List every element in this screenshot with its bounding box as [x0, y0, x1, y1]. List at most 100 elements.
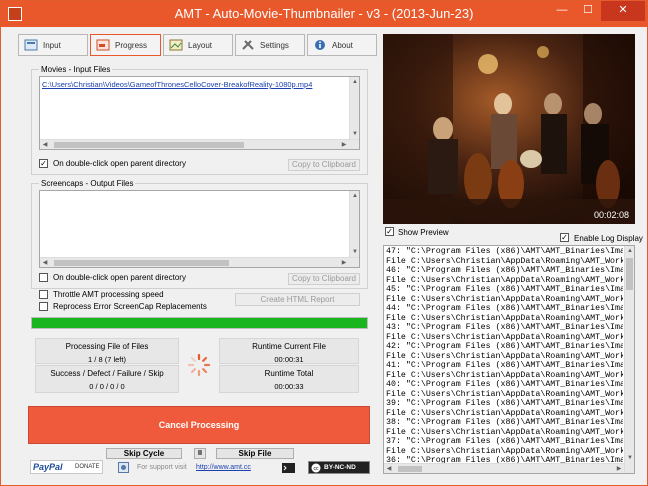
log-lines: 47: "C:\Program Files (x86)\AMT\AMT_Bina…: [384, 247, 623, 473]
processing-stat-value: 1 / 8 (7 left): [88, 355, 126, 364]
log-line: File C:\Users\Christian\AppData\Roaming\…: [386, 313, 623, 323]
scroll-down-icon[interactable]: ▼: [350, 129, 360, 139]
screencaps-copy-button[interactable]: Copy to Clipboard: [288, 273, 360, 285]
scroll-up-icon[interactable]: ▲: [625, 246, 634, 256]
app-window: AMT - Auto-Movie-Thumbnailer - v3 - (201…: [0, 0, 648, 486]
log-line: File C:\Users\Christian\AppData\Roaming\…: [386, 446, 623, 456]
tab-progress[interactable]: Progress: [90, 34, 161, 56]
screencaps-hscroll[interactable]: ◀ ▶: [40, 257, 359, 267]
log-line: 43: "C:\Program Files (x86)\AMT\AMT_Bina…: [386, 323, 623, 332]
screencaps-file-list[interactable]: ▲ ▼ ◀ ▶: [39, 190, 360, 268]
screencaps-open-dir-checkbox[interactable]: [39, 273, 48, 282]
log-vscroll[interactable]: ▲ ▼: [624, 246, 634, 473]
log-line: File C:\Users\Christian\AppData\Roaming\…: [386, 427, 623, 437]
movies-vscroll[interactable]: ▲ ▼: [349, 77, 359, 139]
log-vscroll-thumb[interactable]: [626, 258, 633, 290]
console-icon[interactable]: [282, 463, 295, 473]
scroll-left-icon[interactable]: ◀: [384, 464, 394, 473]
close-button[interactable]: ✕: [601, 1, 645, 21]
enable-log-label: Enable Log Display: [574, 234, 643, 243]
maximize-button[interactable]: ☐: [575, 1, 601, 21]
movies-copy-button[interactable]: Copy to Clipboard: [288, 159, 360, 171]
success-stat: Success / Defect / Failure / Skip 0 / 0 …: [35, 365, 179, 393]
log-line: File C:\Users\Christian\AppData\Roaming\…: [386, 332, 623, 342]
scroll-right-icon[interactable]: ▶: [339, 258, 349, 268]
support-icon: [118, 462, 129, 473]
scroll-left-icon[interactable]: ◀: [40, 258, 50, 268]
support-link[interactable]: http://www.amt.cc: [196, 464, 251, 471]
tab-settings-label: Settings: [260, 41, 289, 50]
tab-layout[interactable]: Layout: [163, 34, 233, 56]
scroll-down-icon[interactable]: ▼: [625, 453, 634, 463]
progress-icon: [96, 39, 110, 51]
log-line: File C:\Users\Christian\AppData\Roaming\…: [386, 294, 623, 304]
minimize-button[interactable]: —: [549, 1, 575, 21]
tab-input[interactable]: Input: [18, 34, 88, 56]
pause-button[interactable]: II: [194, 448, 206, 459]
license-badge[interactable]: cc BY-NC-ND: [308, 461, 370, 474]
progress-fill: [32, 318, 367, 328]
processing-stat: Processing File of Files 1 / 8 (7 left): [35, 338, 179, 364]
movies-hscroll[interactable]: ◀ ▶: [40, 139, 359, 149]
throttle-checkbox[interactable]: [39, 290, 48, 299]
log-line: 47: "C:\Program Files (x86)\AMT\AMT_Bina…: [386, 247, 623, 256]
license-label: BY-NC-ND: [324, 464, 356, 471]
log-line: File C:\Users\Christian\AppData\Roaming\…: [386, 351, 623, 361]
scroll-right-icon[interactable]: ▶: [614, 464, 624, 473]
spinner-icon: [187, 353, 211, 377]
title-bar[interactable]: AMT - Auto-Movie-Thumbnailer - v3 - (201…: [1, 1, 647, 27]
tab-about-label: About: [332, 41, 353, 50]
svg-text:cc: cc: [314, 466, 320, 472]
processing-stat-label: Processing File of Files: [65, 342, 149, 351]
throttle-label: Throttle AMT processing speed: [53, 290, 164, 299]
reprocess-checkbox[interactable]: [39, 302, 48, 311]
log-display[interactable]: 47: "C:\Program Files (x86)\AMT\AMT_Bina…: [383, 245, 635, 474]
movies-open-dir-label: On double-click open parent directory: [53, 159, 186, 168]
log-line: 41: "C:\Program Files (x86)\AMT\AMT_Bina…: [386, 361, 623, 370]
screencaps-group-label: Screencaps - Output Files: [39, 179, 136, 188]
paypal-logo: PayPal: [33, 462, 63, 472]
movie-file-item[interactable]: C:\Users\Christian\Videos\GameofThronesC…: [42, 80, 312, 89]
video-preview: 00:02:08: [383, 34, 635, 224]
log-line: 40: "C:\Program Files (x86)\AMT\AMT_Bina…: [386, 380, 623, 389]
runtime-total-stat: Runtime Total 00:00:33: [219, 365, 359, 393]
tab-about[interactable]: About: [307, 34, 377, 56]
log-line: 37: "C:\Program Files (x86)\AMT\AMT_Bina…: [386, 437, 623, 446]
log-line: 38: "C:\Program Files (x86)\AMT\AMT_Bina…: [386, 418, 623, 427]
log-line: 39: "C:\Program Files (x86)\AMT\AMT_Bina…: [386, 399, 623, 408]
about-icon: [315, 40, 325, 50]
scroll-up-icon[interactable]: ▲: [350, 77, 360, 87]
runtime-current-label: Runtime Current File: [252, 342, 326, 351]
screencaps-hscroll-thumb[interactable]: [54, 260, 229, 266]
movies-hscroll-thumb[interactable]: [54, 142, 244, 148]
runtime-total-value: 00:00:33: [274, 382, 304, 391]
enable-log-checkbox[interactable]: ✓: [560, 233, 569, 242]
show-preview-checkbox[interactable]: ✓: [385, 227, 394, 236]
paypal-donate-button[interactable]: PayPal DONATE: [30, 460, 103, 474]
movies-open-dir-checkbox[interactable]: ✓: [39, 159, 48, 168]
movies-file-list[interactable]: C:\Users\Christian\Videos\GameofThronesC…: [39, 76, 360, 150]
tab-progress-label: Progress: [115, 41, 148, 50]
scroll-left-icon[interactable]: ◀: [40, 140, 50, 150]
screencaps-open-dir-label: On double-click open parent directory: [53, 273, 186, 282]
skip-file-button[interactable]: Skip File: [216, 448, 294, 459]
scroll-right-icon[interactable]: ▶: [339, 140, 349, 150]
log-line: File C:\Users\Christian\AppData\Roaming\…: [386, 256, 623, 266]
input-icon: [24, 39, 38, 51]
tab-settings[interactable]: Settings: [235, 34, 305, 56]
tab-layout-label: Layout: [188, 41, 213, 50]
scroll-down-icon[interactable]: ▼: [350, 247, 360, 257]
log-line: File C:\Users\Christian\AppData\Roaming\…: [386, 408, 623, 418]
log-hscroll[interactable]: ◀ ▶: [384, 463, 624, 473]
scroll-up-icon[interactable]: ▲: [350, 191, 360, 201]
screencaps-vscroll[interactable]: ▲ ▼: [349, 191, 359, 257]
reprocess-label: Reprocess Error ScreenCap Replacements: [53, 302, 207, 311]
log-line: 46: "C:\Program Files (x86)\AMT\AMT_Bina…: [386, 266, 623, 275]
log-line: File C:\Users\Christian\AppData\Roaming\…: [386, 389, 623, 399]
log-hscroll-thumb[interactable]: [398, 466, 422, 472]
settings-icon: [242, 40, 254, 50]
skip-cycle-button[interactable]: Skip Cycle: [106, 448, 182, 459]
log-line: File C:\Users\Christian\AppData\Roaming\…: [386, 370, 623, 380]
cancel-processing-button[interactable]: Cancel Processing: [28, 406, 370, 444]
create-report-button[interactable]: Create HTML Report: [235, 293, 360, 306]
